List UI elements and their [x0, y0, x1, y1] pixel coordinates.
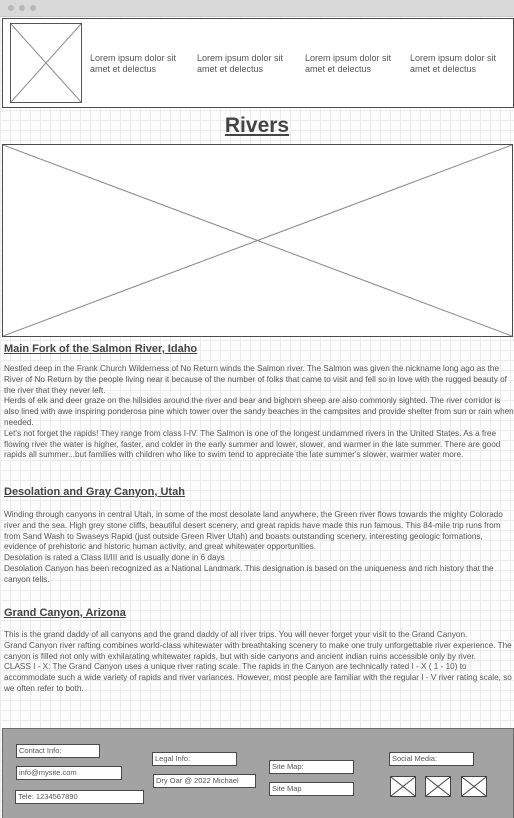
hero-image-placeholder [2, 144, 513, 337]
river-section-salmon: Main Fork of the Salmon River, Idaho Nes… [4, 343, 514, 461]
nav-link[interactable]: Lorem ipsum dolor sit amet et delectus [197, 53, 293, 75]
logo-image-placeholder[interactable] [10, 23, 82, 103]
site-header: Lorem ipsum dolor sit amet et delectus L… [2, 18, 514, 108]
email-text[interactable]: info@mysite.com [16, 766, 122, 780]
window-control-dot[interactable] [8, 5, 14, 11]
social-icon[interactable] [425, 776, 451, 797]
page-title: Rivers [224, 114, 290, 137]
river-section-desolation: Desolation and Gray Canyon, Utah Winding… [4, 486, 514, 586]
social-icon[interactable] [461, 776, 487, 797]
section-heading: Main Fork of the Salmon River, Idaho [4, 343, 198, 355]
browser-title-bar [0, 0, 514, 17]
section-heading: Desolation and Gray Canyon, Utah [4, 486, 185, 498]
section-paragraph: Desolation Canyon has been recognized as… [4, 563, 494, 584]
section-paragraph: Nestled deep in the Frank Church Wildern… [4, 364, 507, 395]
phone-text[interactable]: Tele: 1234567890 [15, 790, 144, 804]
section-paragraph: Let's not forget the rapids! They range … [4, 428, 501, 460]
nav-link[interactable]: Lorem ipsum dolor sit amet et delectus [410, 53, 506, 75]
section-paragraph: Herds of elk and deer graze on the hills… [4, 396, 514, 427]
site-footer: Contact Info: info@mysite.com Tele: 1234… [2, 728, 514, 818]
window-control-dot[interactable] [19, 5, 25, 11]
window-control-dot[interactable] [30, 5, 36, 11]
section-paragraph: Grand Canyon river rafting combines worl… [4, 640, 512, 661]
nav-link[interactable]: Lorem ipsum dolor sit amet et delectus [305, 53, 401, 75]
site-map-link[interactable]: Site Map [269, 782, 354, 796]
section-paragraph: Desolation is rated a Class II/III and i… [4, 553, 225, 563]
nav-link[interactable]: Lorem ipsum dolor sit amet et delectus [90, 53, 186, 75]
site-map-link[interactable]: Site Map: [269, 760, 354, 774]
contact-info-label: Contact Info: [16, 744, 100, 758]
copyright-text: Dry Oar @ 2022 Michael [153, 774, 256, 788]
section-paragraph: CLASS I - X: The Grand Canyon uses a uni… [4, 662, 512, 693]
river-section-grand-canyon: Grand Canyon, Arizona This is the grand … [4, 607, 514, 695]
section-heading: Grand Canyon, Arizona [4, 607, 126, 619]
section-paragraph: Winding through canyons in central Utah,… [4, 510, 503, 552]
social-icon[interactable] [390, 776, 416, 797]
social-media-label: Social Media: [389, 752, 474, 766]
section-paragraph: This is the grand daddy of all canyons a… [4, 630, 468, 639]
legal-info-label[interactable]: Legal Info: [152, 752, 237, 766]
